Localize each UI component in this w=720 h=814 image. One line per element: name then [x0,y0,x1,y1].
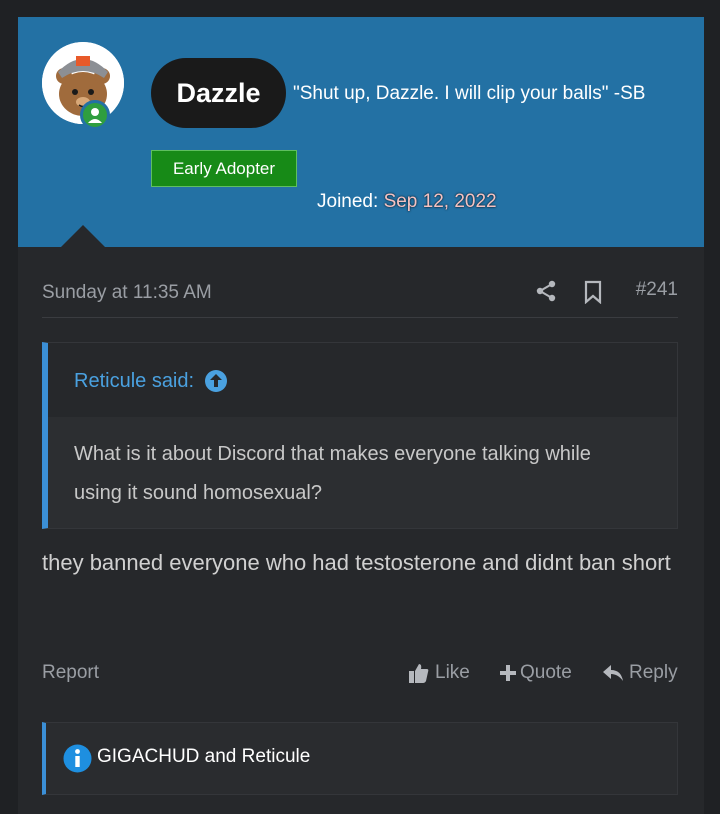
bookmark-icon[interactable] [582,280,604,304]
quote-author[interactable]: Reticule said: [74,369,228,393]
post-actions: Report Like Quote Reply [42,660,678,690]
reactions-text[interactable]: GIGACHUD and Reticule [97,746,310,768]
report-button[interactable]: Report [42,662,99,684]
joined-label: Joined: [317,191,379,212]
reactions-bar[interactable]: GIGACHUD and Reticule [42,722,678,795]
header-pointer [61,225,105,247]
username[interactable]: Dazzle [176,78,260,109]
arrow-up-circle-icon[interactable] [204,369,228,393]
plus-icon [500,665,516,681]
quote-button[interactable]: Quote [499,662,572,684]
online-status-icon [80,100,110,130]
share-icon[interactable] [534,279,558,303]
user-banner: Early Adopter [151,150,297,187]
like-label: Like [435,662,470,683]
username-pill[interactable]: Dazzle [151,58,286,128]
post-date[interactable]: Sunday at 11:35 AM [42,282,212,304]
user-title: "Shut up, Dazzle. I will clip your balls… [293,83,646,104]
joined-info: Joined: Sep 12, 2022 [317,191,497,213]
quote-header: Reticule said: [48,343,677,417]
quote-text: What is it about Discord that makes ever… [74,443,591,504]
user-header: Dazzle "Shut up, Dazzle. I will clip you… [18,17,704,247]
joined-date: Sep 12, 2022 [383,191,497,212]
thumbs-up-icon [409,664,429,683]
quote-block: Reticule said: What is it about Discord … [42,342,678,529]
reply-label: Reply [629,662,678,683]
post-meta: Sunday at 11:35 AM #241 [42,279,678,318]
quote-label: Quote [520,662,572,683]
reply-button[interactable]: Reply [602,662,678,684]
post-number[interactable]: #241 [636,279,678,301]
info-icon [63,744,92,773]
like-button[interactable]: Like [408,662,470,684]
post-body: they banned everyone who had testosteron… [42,550,671,575]
forum-post: Dazzle "Shut up, Dazzle. I will clip you… [18,17,704,814]
reply-icon [603,665,623,681]
quote-author-label[interactable]: Reticule said: [74,370,194,393]
